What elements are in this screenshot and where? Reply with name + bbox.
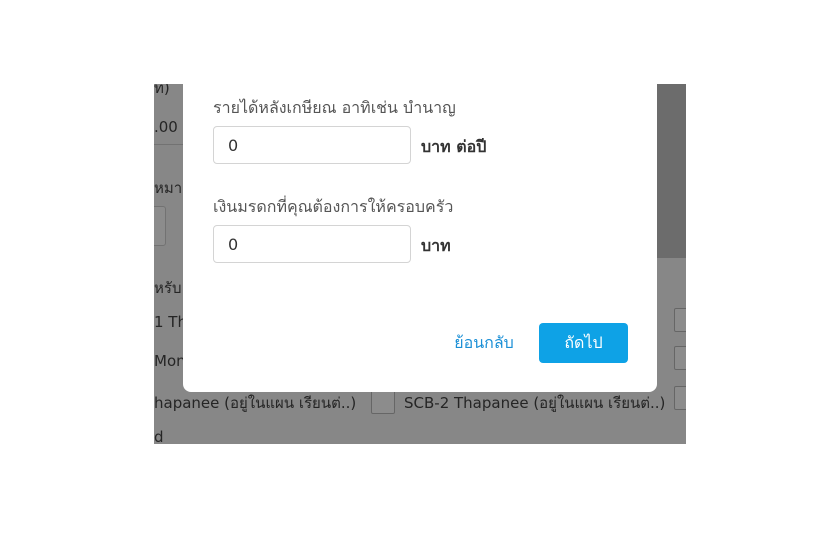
back-button[interactable]: ย้อนกลับ [451,323,517,363]
income-input[interactable] [213,126,411,164]
bg-panel-edge [657,84,686,258]
inheritance-input[interactable] [213,225,411,263]
retirement-modal: รายได้หลังเกษียณ อาทิเช่น บำนาญ บาท ต่อป… [183,84,657,392]
income-label: รายได้หลังเกษียณ อาทิเช่น บำนาญ [213,98,456,117]
inheritance-label: เงินมรดกที่คุณต้องการให้ครอบครัว [213,197,454,216]
income-unit: บาท ต่อปี [421,137,487,156]
inheritance-unit: บาท [421,236,451,255]
next-button[interactable]: ถัดไป [539,323,628,363]
